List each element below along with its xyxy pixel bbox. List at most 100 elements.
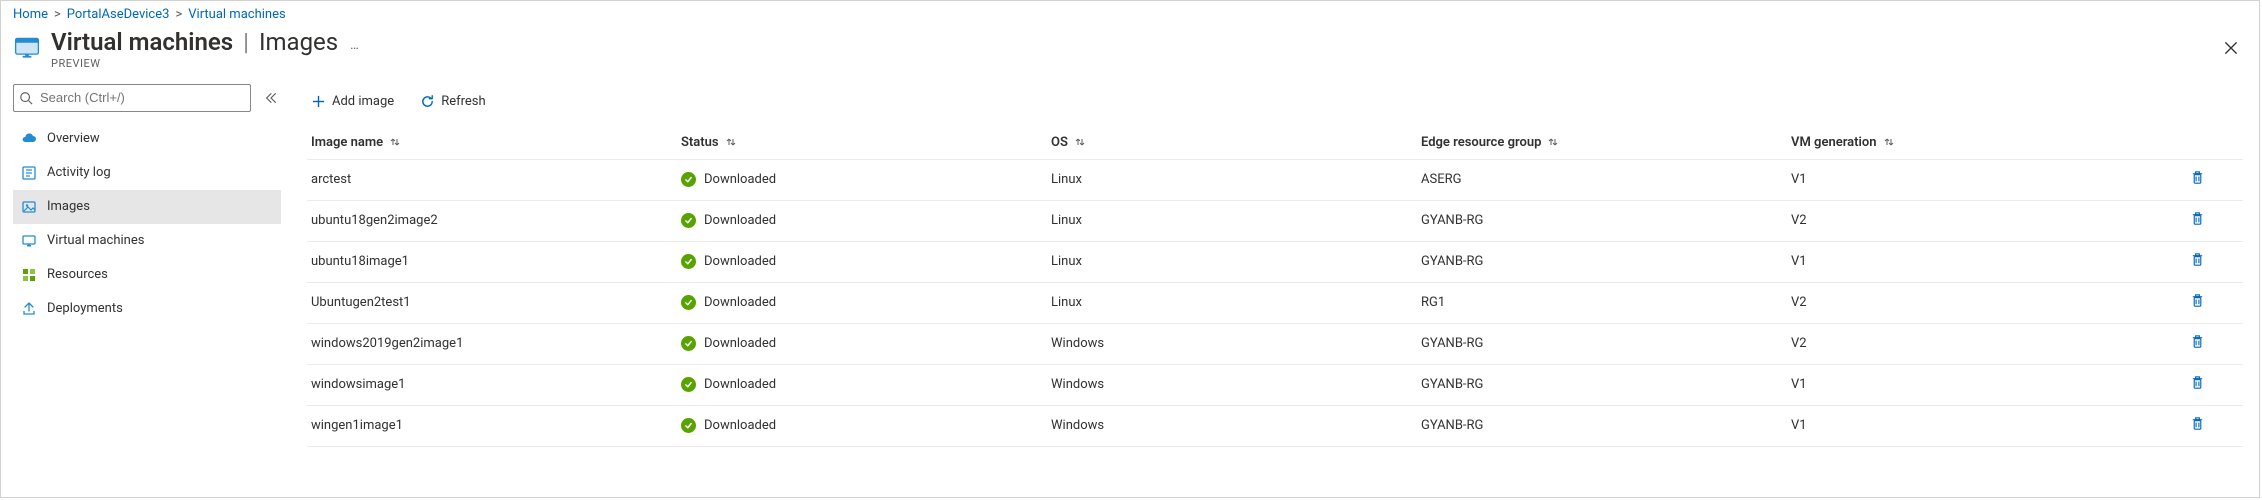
sidebar-item-label: Overview [47, 131, 100, 146]
cell-rg: GYANB-RG [1417, 207, 1787, 234]
cell-gen: V1 [1787, 412, 2167, 439]
cell-gen: V2 [1787, 330, 2167, 357]
sidebar-item-label: Virtual machines [47, 233, 144, 248]
sidebar-item-label: Resources [47, 267, 108, 282]
delete-button[interactable] [2183, 330, 2211, 358]
cell-os: Linux [1047, 207, 1417, 234]
trash-icon [2190, 293, 2205, 312]
main-content: Add image Refresh Image name Statu [289, 76, 2259, 497]
cell-gen: V1 [1787, 248, 2167, 275]
cell-gen: V2 [1787, 289, 2167, 316]
add-image-button[interactable]: Add image [307, 90, 398, 113]
cell-status: Downloaded [677, 330, 1047, 357]
trash-icon [2190, 211, 2205, 230]
trash-icon [2190, 416, 2205, 435]
sidebar-item-images[interactable]: Images [13, 190, 281, 224]
sidebar-item-label: Deployments [47, 301, 123, 316]
cell-status: Downloaded [677, 248, 1047, 275]
col-header-name[interactable]: Image name [307, 129, 677, 156]
trash-icon [2190, 252, 2205, 271]
cloud-icon [21, 131, 37, 147]
more-button[interactable]: … [350, 28, 359, 53]
cell-rg: GYANB-RG [1417, 371, 1787, 398]
breadcrumb-link-device[interactable]: PortalAseDevice3 [67, 7, 170, 22]
cell-name: windowsimage1 [307, 371, 677, 398]
sidebar: Overview Activity log Images Virtual mac… [1, 76, 289, 497]
table-row[interactable]: windowsimage1DownloadedWindowsGYANB-RGV1 [307, 365, 2243, 406]
col-header-os[interactable]: OS [1047, 129, 1417, 156]
log-icon [21, 165, 37, 181]
cell-gen: V1 [1787, 166, 2167, 193]
images-table: Image name Status OS Edge resource group [307, 126, 2243, 447]
sort-icon [1074, 136, 1086, 148]
sort-icon [389, 136, 401, 148]
add-image-label: Add image [332, 94, 394, 109]
cell-status: Downloaded [677, 289, 1047, 316]
cell-os: Linux [1047, 289, 1417, 316]
delete-button[interactable] [2183, 289, 2211, 317]
table-row[interactable]: ubuntu18gen2image2DownloadedLinuxGYANB-R… [307, 201, 2243, 242]
collapse-sidebar-button[interactable] [261, 88, 281, 108]
delete-button[interactable] [2183, 207, 2211, 235]
table-row[interactable]: wingen1image1DownloadedWindowsGYANB-RGV1 [307, 406, 2243, 447]
breadcrumb-link-home[interactable]: Home [13, 7, 48, 22]
status-ok-icon [681, 172, 696, 187]
delete-button[interactable] [2183, 166, 2211, 194]
cell-name: windows2019gen2image1 [307, 330, 677, 357]
cell-rg: GYANB-RG [1417, 248, 1787, 275]
cell-name: ubuntu18gen2image2 [307, 207, 677, 234]
delete-button[interactable] [2183, 371, 2211, 399]
cell-os: Windows [1047, 412, 1417, 439]
chevron-double-left-icon [264, 91, 278, 105]
cell-os: Windows [1047, 371, 1417, 398]
cell-rg: GYANB-RG [1417, 412, 1787, 439]
trash-icon [2190, 334, 2205, 353]
trash-icon [2190, 375, 2205, 394]
sidebar-item-deployments[interactable]: Deployments [13, 292, 281, 326]
cell-name: arctest [307, 166, 677, 193]
cell-name: Ubuntugen2test1 [307, 289, 677, 316]
table-row[interactable]: windows2019gen2image1DownloadedWindowsGY… [307, 324, 2243, 365]
search-icon [19, 91, 33, 105]
sidebar-item-overview[interactable]: Overview [13, 122, 281, 156]
sidebar-item-label: Activity log [47, 165, 111, 180]
toolbar: Add image Refresh [307, 84, 2243, 120]
status-ok-icon [681, 213, 696, 228]
breadcrumb-separator: > [54, 7, 61, 22]
close-icon [2224, 41, 2238, 55]
deploy-icon [21, 301, 37, 317]
breadcrumb-separator: > [175, 7, 182, 22]
cell-rg: ASERG [1417, 166, 1787, 193]
page-title: Virtual machines | Images [51, 28, 338, 57]
status-ok-icon [681, 377, 696, 392]
cell-status: Downloaded [677, 207, 1047, 234]
breadcrumb-link-vm[interactable]: Virtual machines [188, 7, 285, 22]
table-header-row: Image name Status OS Edge resource group [307, 126, 2243, 160]
blade-header: Virtual machines | Images PREVIEW … [1, 24, 2259, 76]
refresh-button[interactable]: Refresh [416, 90, 489, 113]
status-ok-icon [681, 336, 696, 351]
cell-os: Linux [1047, 166, 1417, 193]
sidebar-item-virtual-machines[interactable]: Virtual machines [13, 224, 281, 258]
close-button[interactable] [2215, 32, 2247, 64]
cell-status: Downloaded [677, 412, 1047, 439]
col-header-rg[interactable]: Edge resource group [1417, 129, 1787, 156]
cell-name: ubuntu18image1 [307, 248, 677, 275]
image-icon [21, 199, 37, 215]
sidebar-item-activity-log[interactable]: Activity log [13, 156, 281, 190]
col-header-status[interactable]: Status [677, 129, 1047, 156]
refresh-icon [420, 94, 435, 109]
breadcrumb: Home > PortalAseDevice3 > Virtual machin… [1, 1, 2259, 24]
sidebar-item-resources[interactable]: Resources [13, 258, 281, 292]
delete-button[interactable] [2183, 412, 2211, 440]
search-input[interactable] [13, 84, 251, 112]
preview-label: PREVIEW [51, 57, 338, 70]
col-header-gen[interactable]: VM generation [1787, 129, 2167, 156]
cell-rg: RG1 [1417, 289, 1787, 316]
table-row[interactable]: Ubuntugen2test1DownloadedLinuxRG1V2 [307, 283, 2243, 324]
sidebar-item-label: Images [47, 199, 90, 214]
sort-icon [1547, 136, 1559, 148]
table-row[interactable]: ubuntu18image1DownloadedLinuxGYANB-RGV1 [307, 242, 2243, 283]
delete-button[interactable] [2183, 248, 2211, 276]
table-row[interactable]: arctestDownloadedLinuxASERGV1 [307, 160, 2243, 201]
